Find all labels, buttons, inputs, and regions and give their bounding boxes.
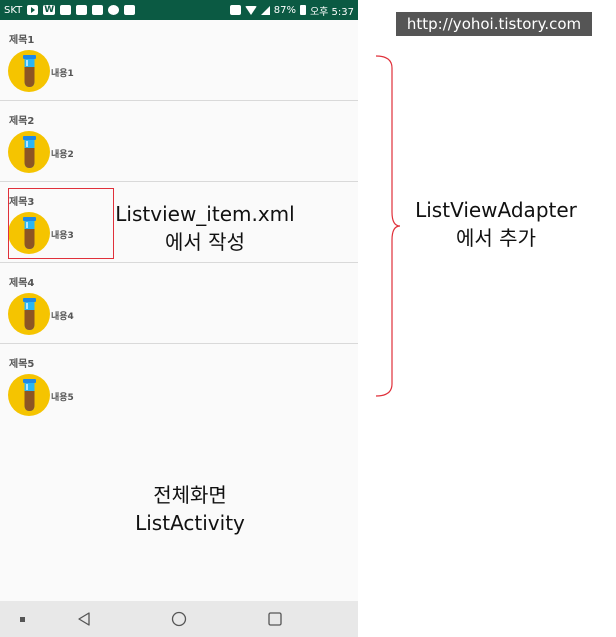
recent-apps-icon[interactable]: [263, 601, 287, 637]
battery-percent: 87%: [273, 4, 296, 16]
wifi-icon: [244, 5, 257, 15]
item-content: 내용1: [51, 69, 74, 79]
activity-annotation-line2: ListActivity: [135, 511, 245, 535]
item-content: 내용4: [51, 312, 74, 322]
item-title: 제목2: [9, 116, 35, 127]
list-item[interactable]: 제목5 내용5: [0, 344, 358, 425]
phone-screen: SKT W 87% 오후 5:37 제목1 내용1 제목2 내용2 제목3 내용…: [0, 0, 358, 637]
dot-menu-icon[interactable]: [14, 601, 30, 637]
back-icon[interactable]: [72, 601, 96, 637]
usb-icon: [60, 5, 72, 15]
image-icon: [92, 5, 104, 15]
adapter-annotation: ListViewAdapter 에서 추가: [404, 196, 588, 252]
item-content: 내용2: [51, 150, 74, 160]
battery-icon: [299, 5, 306, 15]
chat-icon: [108, 5, 120, 15]
status-bar: SKT W 87% 오후 5:37: [0, 0, 358, 20]
home-icon[interactable]: [167, 601, 191, 637]
curly-brace-icon: [375, 55, 401, 397]
youtube-icon: [27, 5, 39, 15]
item-title: 제목4: [9, 278, 35, 289]
item-content: 내용5: [51, 393, 74, 403]
list-item[interactable]: 제목1 내용1: [0, 20, 358, 101]
volte-icon: [229, 5, 241, 15]
list-item[interactable]: 제목4 내용4: [0, 263, 358, 344]
item-title: 제목1: [9, 35, 35, 46]
item-xml-annotation-line2: 에서 작성: [165, 230, 245, 254]
test-tube-icon: [8, 374, 50, 416]
carrier-label: SKT: [4, 4, 23, 16]
test-tube-icon: [8, 131, 50, 173]
message-icon: [76, 5, 88, 15]
list-item[interactable]: 제목2 내용2: [0, 101, 358, 182]
clock: 오후 5:37: [309, 6, 354, 18]
adapter-annotation-line1: ListViewAdapter: [415, 198, 577, 222]
test-tube-icon: [8, 50, 50, 92]
item-xml-annotation-line1: Listview_item.xml: [115, 202, 295, 226]
w-app-icon: W: [43, 5, 56, 15]
activity-annotation: 전체화면 ListActivity: [90, 481, 290, 537]
test-tube-icon: [8, 293, 50, 335]
adapter-annotation-line2: 에서 추가: [456, 226, 536, 250]
blog-url-watermark: http://yohoi.tistory.com: [396, 12, 592, 36]
android-icon: [124, 5, 136, 15]
activity-annotation-line1: 전체화면: [153, 483, 227, 507]
item-layout-highlight: [8, 188, 114, 259]
item-xml-annotation: Listview_item.xml 에서 작성: [100, 200, 310, 256]
navigation-bar: [0, 601, 358, 637]
signal-icon: [260, 5, 270, 15]
item-title: 제목5: [9, 359, 35, 370]
